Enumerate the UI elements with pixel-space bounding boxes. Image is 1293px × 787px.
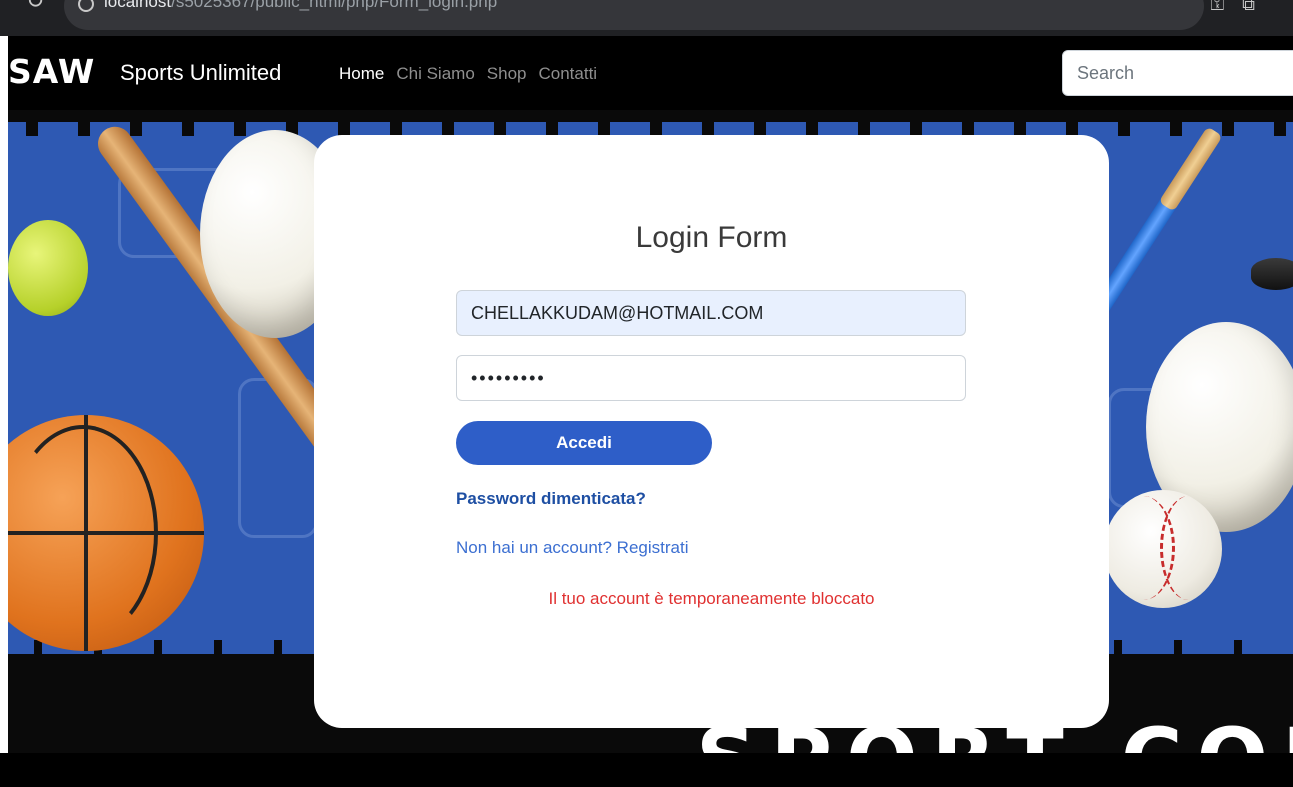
error-message: Il tuo account è temporaneamente bloccat… bbox=[548, 589, 875, 608]
register-link[interactable]: Non hai un account? Registrati bbox=[456, 538, 688, 558]
reload-icon[interactable]: ↻ bbox=[26, 0, 44, 14]
browser-toolbar: ↻ localhost/s5025367/public_html/php/For… bbox=[0, 0, 1293, 36]
nav-link-home[interactable]: Home bbox=[339, 64, 384, 84]
page-bottom-strip bbox=[0, 753, 1293, 787]
forgot-password-link[interactable]: Password dimenticata? bbox=[456, 489, 646, 509]
login-title: Login Form bbox=[635, 221, 788, 254]
brand-name[interactable]: Sports Unlimited bbox=[120, 60, 281, 86]
url-path: /s5025367/public_html/php/Form_login.php bbox=[171, 0, 498, 11]
login-button[interactable]: Accedi bbox=[456, 421, 712, 465]
info-icon[interactable] bbox=[78, 0, 94, 12]
page-left-margin bbox=[0, 36, 8, 787]
search-input[interactable] bbox=[1062, 50, 1293, 96]
tennis-ball-image bbox=[8, 220, 88, 316]
nav-link-contatti[interactable]: Contatti bbox=[538, 64, 597, 84]
login-card: Login Form Accedi Password dimenticata? … bbox=[314, 135, 1109, 728]
basketball-seam bbox=[8, 425, 158, 641]
password-field[interactable] bbox=[456, 355, 966, 401]
brand-logo[interactable]: SAW bbox=[8, 52, 95, 91]
address-url[interactable]: localhost/s5025367/public_html/php/Form_… bbox=[104, 0, 497, 12]
address-bar[interactable]: localhost/s5025367/public_html/php/Form_… bbox=[64, 0, 1204, 30]
nav-links: Home Chi Siamo Shop Contatti bbox=[339, 64, 597, 84]
email-field[interactable] bbox=[456, 290, 966, 336]
browser-action-icons[interactable]: ⚿⧉ bbox=[1210, 0, 1273, 15]
nav-link-shop[interactable]: Shop bbox=[487, 64, 527, 84]
nav-link-chi-siamo[interactable]: Chi Siamo bbox=[396, 64, 474, 84]
hockey-puck-image bbox=[1251, 258, 1293, 290]
baseball-image bbox=[1104, 490, 1222, 608]
navbar: SAW Sports Unlimited Home Chi Siamo Shop… bbox=[8, 36, 1293, 110]
url-host: localhost bbox=[104, 0, 172, 11]
